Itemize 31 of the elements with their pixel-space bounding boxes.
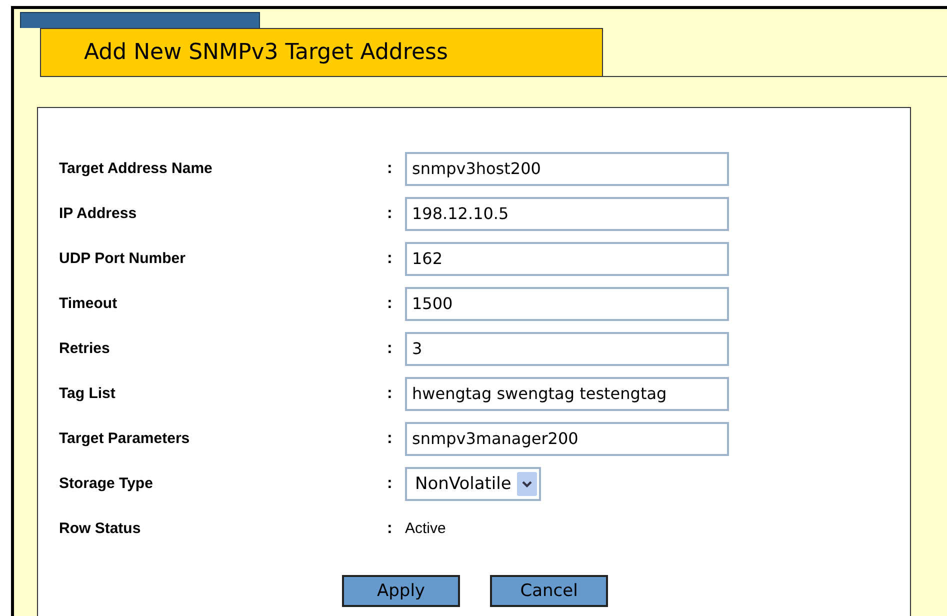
colon: : (387, 250, 394, 268)
input-field[interactable]: snmpv3host200 (405, 152, 729, 186)
cancel-button[interactable]: Cancel (490, 575, 608, 607)
input-field[interactable]: 1500 (405, 286, 729, 320)
colon: : (387, 340, 394, 358)
input-field[interactable]: snmpv3manager200 (405, 422, 729, 456)
field-label: Storage Type (59, 475, 154, 492)
input-field[interactable]: 162 (405, 242, 729, 276)
colon: : (387, 384, 394, 402)
colon: : (387, 430, 394, 448)
colon: : (387, 474, 394, 492)
field-label: Target Parameters (59, 430, 191, 447)
colon: : (387, 520, 394, 538)
field-label: Row Status (59, 520, 142, 537)
colon: : (387, 294, 394, 312)
field-label: Retries (59, 340, 111, 357)
colon: : (387, 160, 394, 178)
field-value: Active (405, 520, 446, 537)
input-field[interactable]: 198.12.10.5 (405, 196, 729, 230)
field-label: Timeout (59, 295, 118, 312)
field-label: IP Address (59, 205, 138, 222)
field-label: Target Address Name (59, 160, 214, 177)
apply-button[interactable]: Apply (342, 575, 460, 607)
field-label: UDP Port Number (59, 250, 186, 267)
caret-icon (517, 472, 538, 496)
input-field[interactable]: hwengtag swengtag testengtag (405, 376, 729, 410)
page-title: Add New SNMPv3 Target Address (40, 28, 603, 77)
field-label: Tag List (59, 385, 116, 402)
colon: : (387, 204, 394, 222)
storage-type-dropdown[interactable]: NonVolatile (405, 466, 542, 500)
input-field[interactable]: 3 (405, 332, 729, 366)
